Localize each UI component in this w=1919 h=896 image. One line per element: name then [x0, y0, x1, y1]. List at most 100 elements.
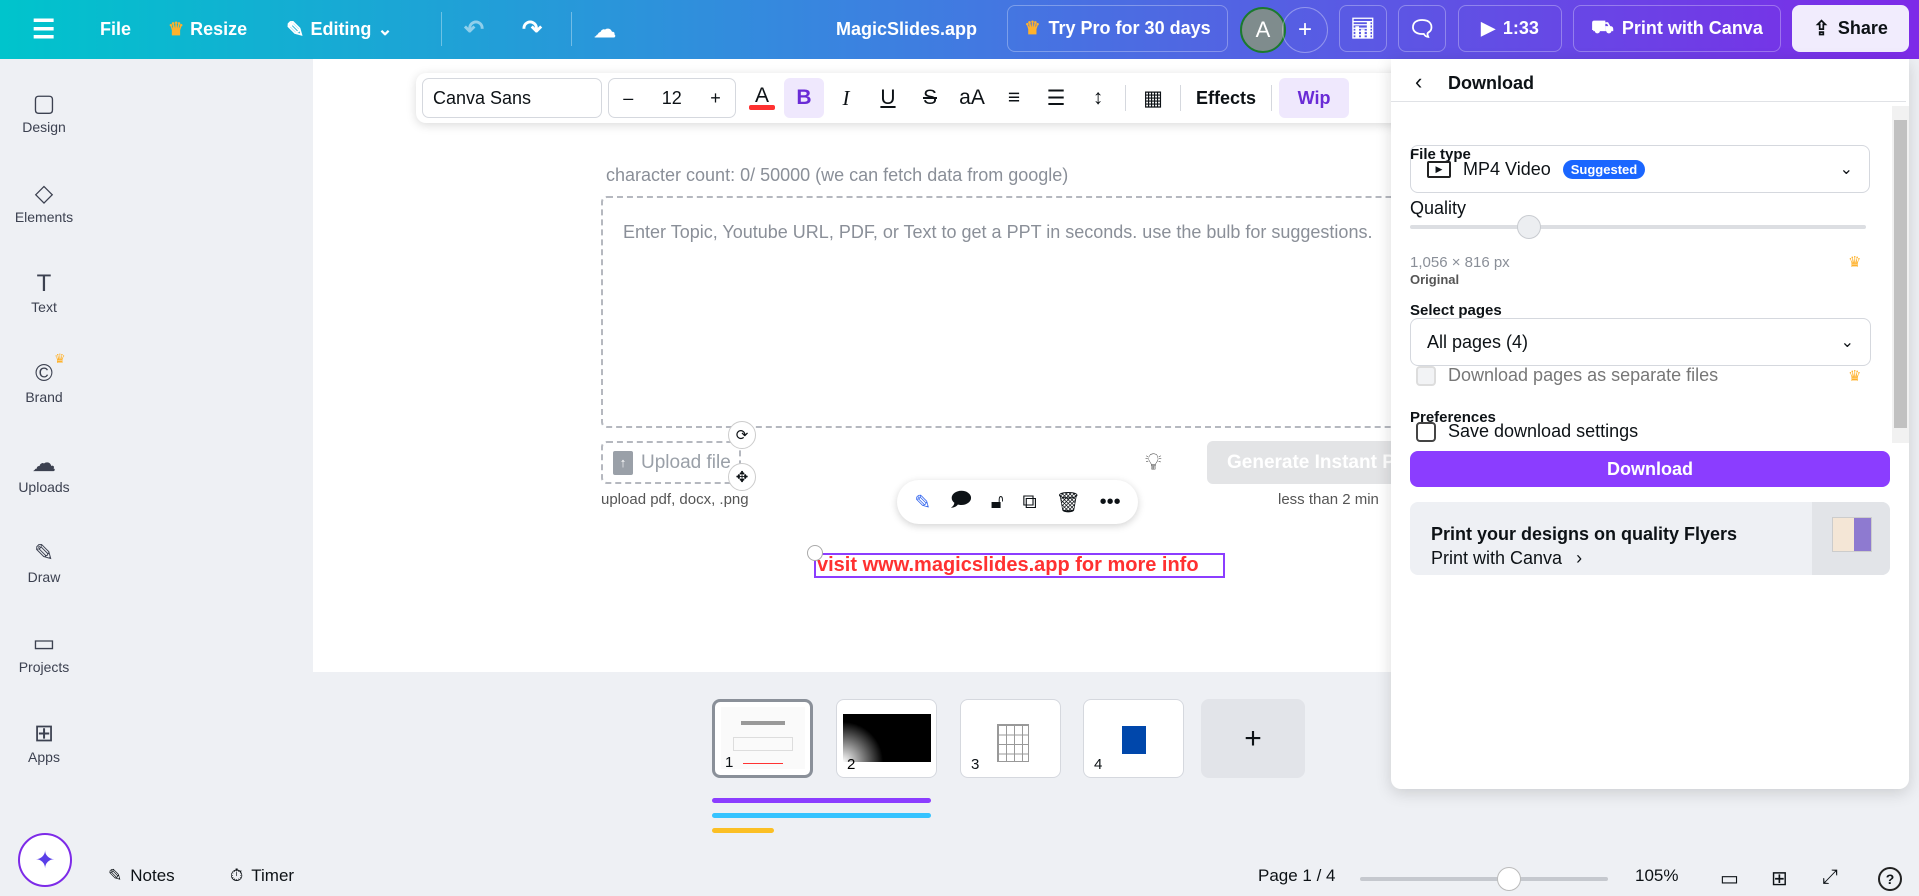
fullscreen-icon[interactable]: ⤢: [1822, 866, 1838, 889]
save-settings-option[interactable]: Save download settings: [1416, 421, 1638, 442]
duplicate-icon[interactable]: ⧉: [1022, 491, 1036, 514]
sidebar-item-text[interactable]: T Text: [0, 269, 88, 315]
zoom-slider[interactable]: [1360, 867, 1608, 891]
apps-icon: ⊞: [33, 720, 55, 747]
sidebar-item-brand[interactable]: © Brand ♛: [0, 351, 88, 405]
redo-icon[interactable]: ↷: [522, 0, 542, 59]
underline-button[interactable]: U: [868, 78, 908, 118]
zoom-slider-thumb[interactable]: [1496, 867, 1521, 891]
timer-icon: ⏱︎: [230, 866, 244, 885]
download-button[interactable]: Download: [1410, 451, 1890, 487]
topic-textarea[interactable]: Enter Topic, Youtube URL, PDF, or Text t…: [601, 196, 1421, 428]
page-view-icon[interactable]: ▭: [1720, 866, 1739, 891]
page-thumbnail-3[interactable]: 3: [960, 699, 1061, 778]
page-thumbnail-1[interactable]: 1: [712, 699, 813, 778]
file-menu[interactable]: File: [100, 0, 131, 59]
page-thumbnail-2[interactable]: 2: [836, 699, 937, 778]
strikethrough-button[interactable]: S: [910, 78, 950, 118]
menu-icon[interactable]: ☰: [32, 0, 55, 59]
magic-edit-icon[interactable]: ✎: [914, 490, 931, 515]
resize-handle[interactable]: [807, 545, 823, 561]
lock-icon[interactable]: 🔓︎: [991, 491, 1004, 514]
increase-size-button[interactable]: +: [710, 88, 721, 109]
print-with-canva-button[interactable]: ⛟ Print with Canva: [1573, 5, 1781, 52]
download-label: Download: [1607, 458, 1693, 479]
magic-assistant-button[interactable]: ✦: [18, 833, 72, 887]
pages-dropdown[interactable]: All pages (4) ⌄: [1410, 318, 1871, 366]
sidebar-item-uploads[interactable]: ☁ Uploads: [0, 449, 88, 495]
sidebar-label: Elements: [14, 209, 74, 225]
try-pro-button[interactable]: ♛ Try Pro for 30 days: [1007, 5, 1228, 52]
print-with-canva-link[interactable]: Print with Canva ›: [1431, 548, 1582, 569]
letter-case-button[interactable]: aA: [952, 78, 992, 118]
save-settings-checkbox[interactable]: [1416, 421, 1436, 442]
comment-icon[interactable]: 🗨︎: [1398, 5, 1446, 52]
avatar[interactable]: A: [1240, 7, 1286, 53]
rotate-handle-icon[interactable]: ⟳: [728, 421, 756, 449]
grid-view-icon[interactable]: ⊞: [1771, 866, 1788, 891]
quality-slider-thumb[interactable]: [1516, 215, 1541, 239]
sidebar-item-elements[interactable]: ◇ Elements: [0, 179, 88, 225]
back-chevron-icon[interactable]: ‹: [1415, 69, 1422, 95]
effects-button[interactable]: Effects: [1188, 78, 1264, 118]
font-name: Canva Sans: [433, 87, 532, 108]
italic-button[interactable]: I: [826, 78, 866, 118]
more-icon[interactable]: •••: [1100, 491, 1121, 514]
panel-scrollbar[interactable]: [1892, 106, 1909, 443]
timer-button[interactable]: ⏱︎ Timer: [230, 866, 294, 886]
share-button[interactable]: ⇪ Share: [1792, 5, 1909, 52]
file-type-dropdown[interactable]: ▶ MP4 Video Suggested ⌄: [1410, 145, 1870, 193]
document-title[interactable]: MagicSlides.app: [836, 0, 977, 59]
notes-button[interactable]: ✎ Notes: [108, 866, 175, 886]
line-spacing-icon[interactable]: ↕: [1078, 78, 1118, 118]
page-indicator[interactable]: Page 1 / 4: [1258, 866, 1336, 886]
wip-animate-button[interactable]: Wip: [1279, 78, 1350, 118]
editing-mode-button[interactable]: ✎ Editing ⌄: [286, 0, 393, 59]
upload-file-button[interactable]: ↑ Upload file: [601, 441, 741, 484]
bullet-list-icon[interactable]: ☰: [1036, 78, 1076, 118]
move-handle-icon[interactable]: ✥: [728, 463, 756, 491]
sidebar-item-apps[interactable]: ⊞ Apps: [0, 719, 88, 765]
present-button[interactable]: ▶ 1:33: [1458, 5, 1562, 52]
timeline-track-blue: [712, 813, 931, 818]
delete-icon[interactable]: 🗑︎: [1055, 490, 1080, 515]
font-family-select[interactable]: Canva Sans: [422, 78, 602, 118]
resize-button[interactable]: ♛ Resize: [168, 0, 247, 59]
transparency-icon[interactable]: ▦: [1133, 78, 1173, 118]
timer-label: Timer: [251, 866, 295, 885]
print-promo-card[interactable]: Print your designs on quality Flyers Pri…: [1410, 502, 1890, 575]
undo-icon[interactable]: ↶: [464, 0, 484, 59]
promo-link-label: Print with Canva: [1431, 548, 1563, 568]
bold-button[interactable]: B: [784, 78, 824, 118]
separate-files-option[interactable]: Download pages as separate files: [1416, 365, 1718, 386]
align-center-icon[interactable]: ≡: [994, 78, 1034, 118]
text-color-button[interactable]: A: [742, 78, 782, 118]
add-page-button[interactable]: +: [1201, 699, 1305, 778]
crown-icon: ♛: [1848, 254, 1862, 271]
try-pro-label: Try Pro for 30 days: [1048, 18, 1211, 38]
video-icon: ▶: [1427, 160, 1451, 178]
cloud-saved-icon[interactable]: ☁: [594, 0, 616, 59]
insights-chart-icon[interactable]: 📊︎: [1339, 5, 1387, 52]
add-collaborator-icon[interactable]: +: [1282, 7, 1328, 53]
slide-canvas[interactable]: character count: 0/ 50000 (we can fetch …: [313, 59, 1427, 672]
zoom-level[interactable]: 105%: [1635, 866, 1678, 886]
page-thumbnail-4[interactable]: 4: [1083, 699, 1184, 778]
crown-icon: ♛: [1024, 18, 1041, 38]
sidebar-item-projects[interactable]: ▭ Projects: [0, 629, 88, 675]
sidebar-label: Text: [31, 299, 57, 315]
help-icon[interactable]: ?: [1878, 867, 1902, 891]
add-comment-icon[interactable]: 🗩︎: [950, 485, 972, 519]
wip-label: Wip: [1297, 87, 1331, 108]
link-text: visit www.magicslides.app for more info: [817, 554, 1199, 576]
lightbulb-icon[interactable]: 💡︎: [1145, 449, 1162, 477]
file-type-value: MP4 Video: [1463, 158, 1551, 179]
font-size-value[interactable]: 12: [662, 88, 682, 109]
selected-text-box[interactable]: visit www.magicslides.app for more info: [814, 553, 1225, 578]
quality-slider[interactable]: [1410, 215, 1866, 239]
folder-icon: ▭: [32, 630, 56, 657]
sidebar-item-draw[interactable]: ✎ Draw: [0, 539, 88, 585]
decrease-size-button[interactable]: –: [623, 88, 633, 109]
sidebar-item-design[interactable]: ▢ Design: [0, 89, 88, 135]
separate-files-checkbox[interactable]: [1416, 365, 1436, 386]
